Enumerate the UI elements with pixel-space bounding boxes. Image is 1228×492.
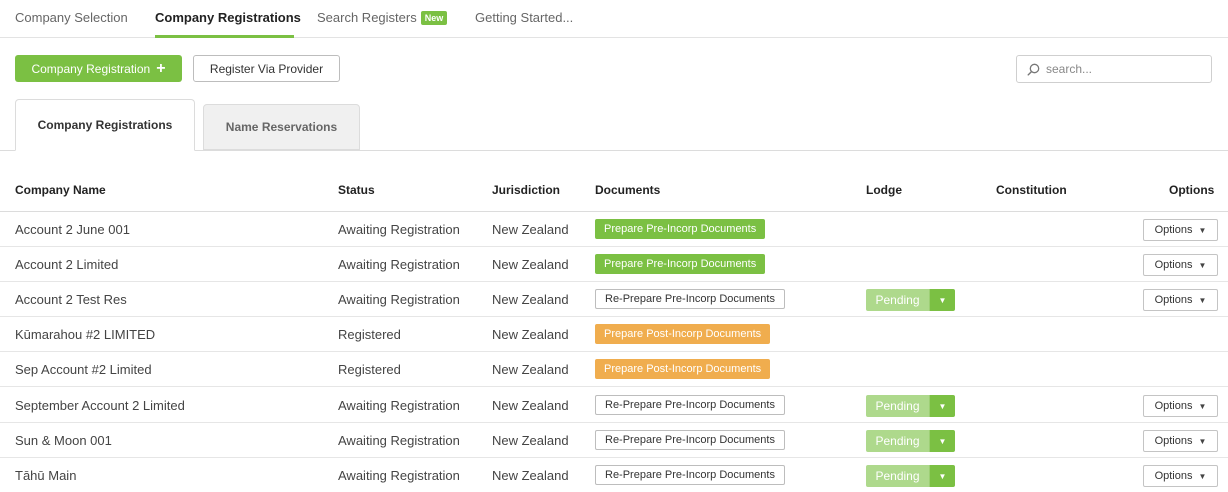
- table-row: Kūmarahou #2 LIMITED Registered New Zeal…: [0, 317, 1228, 352]
- jurisdiction: New Zealand: [492, 362, 569, 377]
- company-name: Sun & Moon 001: [15, 433, 112, 448]
- options-dropdown[interactable]: Options ▼: [1143, 254, 1218, 276]
- pending-label: Pending: [866, 395, 929, 417]
- jurisdiction: New Zealand: [492, 327, 569, 342]
- register-via-provider-button[interactable]: Register Via Provider: [193, 55, 340, 82]
- status: Registered: [338, 362, 401, 377]
- prepare-pre-incorp-button[interactable]: Prepare Pre-Incorp Documents: [595, 219, 766, 239]
- jurisdiction: New Zealand: [492, 292, 569, 307]
- caret-down-icon: ▼: [1198, 225, 1207, 235]
- caret-down-icon: ▼: [929, 289, 955, 311]
- new-badge: New: [420, 11, 448, 25]
- status: Awaiting Registration: [338, 292, 460, 307]
- col-header-constitution: Constitution: [996, 183, 1067, 197]
- company-name: Account 2 Test Res: [15, 292, 127, 307]
- nav-company-registrations[interactable]: Company Registrations: [155, 10, 301, 25]
- re-prepare-pre-incorp-button[interactable]: Re-Prepare Pre-Incorp Documents: [595, 465, 785, 485]
- company-name: Kūmarahou #2 LIMITED: [15, 327, 156, 342]
- tab-company-registrations[interactable]: Company Registrations: [15, 99, 195, 151]
- status: Awaiting Registration: [338, 468, 460, 483]
- caret-down-icon: ▼: [1198, 260, 1207, 270]
- nav-getting-started[interactable]: Getting Started...: [475, 10, 573, 25]
- company-registration-button-label: Company Registration: [31, 61, 151, 76]
- jurisdiction: New Zealand: [492, 468, 569, 483]
- re-prepare-pre-incorp-button[interactable]: Re-Prepare Pre-Incorp Documents: [595, 289, 785, 309]
- prepare-pre-incorp-button[interactable]: Prepare Pre-Incorp Documents: [595, 254, 766, 274]
- company-name: Account 2 Limited: [15, 257, 119, 272]
- company-name: Account 2 June 001: [15, 222, 130, 237]
- col-header-jurisdiction: Jurisdiction: [492, 183, 561, 197]
- status: Awaiting Registration: [338, 433, 460, 448]
- pending-label: Pending: [866, 465, 929, 487]
- options-dropdown[interactable]: Options ▼: [1143, 430, 1218, 452]
- search-input[interactable]: [1046, 62, 1196, 76]
- status: Registered: [338, 327, 401, 342]
- options-label: Options: [1154, 224, 1193, 236]
- col-header-documents: Documents: [595, 183, 661, 197]
- options-label: Options: [1154, 259, 1193, 271]
- company-registration-button[interactable]: Company Registration +: [15, 55, 182, 82]
- table-row: Sun & Moon 001 Awaiting Registration New…: [0, 423, 1228, 458]
- jurisdiction: New Zealand: [492, 257, 569, 272]
- lodge-pending-dropdown[interactable]: Pending ▼: [866, 430, 955, 452]
- pending-label: Pending: [866, 430, 929, 452]
- lodge-pending-dropdown[interactable]: Pending ▼: [866, 465, 955, 487]
- top-nav: Company Selection Company Registrations …: [0, 0, 1228, 38]
- prepare-post-incorp-button[interactable]: Prepare Post-Incorp Documents: [595, 324, 771, 344]
- tab-name-reservations[interactable]: Name Reservations: [203, 104, 360, 150]
- active-nav-underline: [155, 35, 294, 38]
- options-dropdown[interactable]: Options ▼: [1143, 395, 1218, 417]
- status: Awaiting Registration: [338, 398, 460, 413]
- caret-down-icon: ▼: [1198, 471, 1207, 481]
- search-icon: [1027, 63, 1040, 76]
- nav-search-registers-label: Search Registers: [317, 10, 417, 25]
- table-row: Tāhū Main Awaiting Registration New Zeal…: [0, 458, 1228, 492]
- table-row: Account 2 Test Res Awaiting Registration…: [0, 282, 1228, 317]
- table-row: Account 2 Limited Awaiting Registration …: [0, 247, 1228, 282]
- lodge-pending-dropdown[interactable]: Pending ▼: [866, 395, 955, 417]
- company-name: Tāhū Main: [15, 468, 77, 483]
- col-header-status: Status: [338, 183, 375, 197]
- table-row: September Account 2 Limited Awaiting Reg…: [0, 388, 1228, 423]
- caret-down-icon: ▼: [1198, 436, 1207, 446]
- company-name: Sep Account #2 Limited: [15, 362, 152, 377]
- jurisdiction: New Zealand: [492, 222, 569, 237]
- options-dropdown[interactable]: Options ▼: [1143, 289, 1218, 311]
- nav-search-registers[interactable]: Search Registers New: [317, 10, 448, 25]
- caret-down-icon: ▼: [1198, 401, 1207, 411]
- prepare-post-incorp-button[interactable]: Prepare Post-Incorp Documents: [595, 359, 771, 379]
- col-header-options: Options: [1169, 183, 1215, 197]
- nav-company-selection[interactable]: Company Selection: [15, 10, 128, 25]
- pending-label: Pending: [866, 289, 929, 311]
- caret-down-icon: ▼: [929, 465, 955, 487]
- re-prepare-pre-incorp-button[interactable]: Re-Prepare Pre-Incorp Documents: [595, 395, 785, 415]
- table-row: Account 2 June 001 Awaiting Registration…: [0, 212, 1228, 247]
- options-label: Options: [1154, 470, 1193, 482]
- col-header-lodge: Lodge: [866, 183, 902, 197]
- lodge-pending-dropdown[interactable]: Pending ▼: [866, 289, 955, 311]
- options-label: Options: [1154, 294, 1193, 306]
- jurisdiction: New Zealand: [492, 433, 569, 448]
- company-name: September Account 2 Limited: [15, 398, 185, 413]
- options-dropdown[interactable]: Options ▼: [1143, 219, 1218, 241]
- search-box[interactable]: [1016, 55, 1212, 83]
- jurisdiction: New Zealand: [492, 398, 569, 413]
- plus-icon: +: [156, 59, 166, 77]
- options-label: Options: [1154, 435, 1193, 447]
- status: Awaiting Registration: [338, 222, 460, 237]
- re-prepare-pre-incorp-button[interactable]: Re-Prepare Pre-Incorp Documents: [595, 430, 785, 450]
- caret-down-icon: ▼: [1198, 295, 1207, 305]
- caret-down-icon: ▼: [929, 395, 955, 417]
- col-header-company-name: Company Name: [15, 183, 106, 197]
- options-label: Options: [1154, 400, 1193, 412]
- status: Awaiting Registration: [338, 257, 460, 272]
- table-row: Sep Account #2 Limited Registered New Ze…: [0, 352, 1228, 387]
- options-dropdown[interactable]: Options ▼: [1143, 465, 1218, 487]
- caret-down-icon: ▼: [929, 430, 955, 452]
